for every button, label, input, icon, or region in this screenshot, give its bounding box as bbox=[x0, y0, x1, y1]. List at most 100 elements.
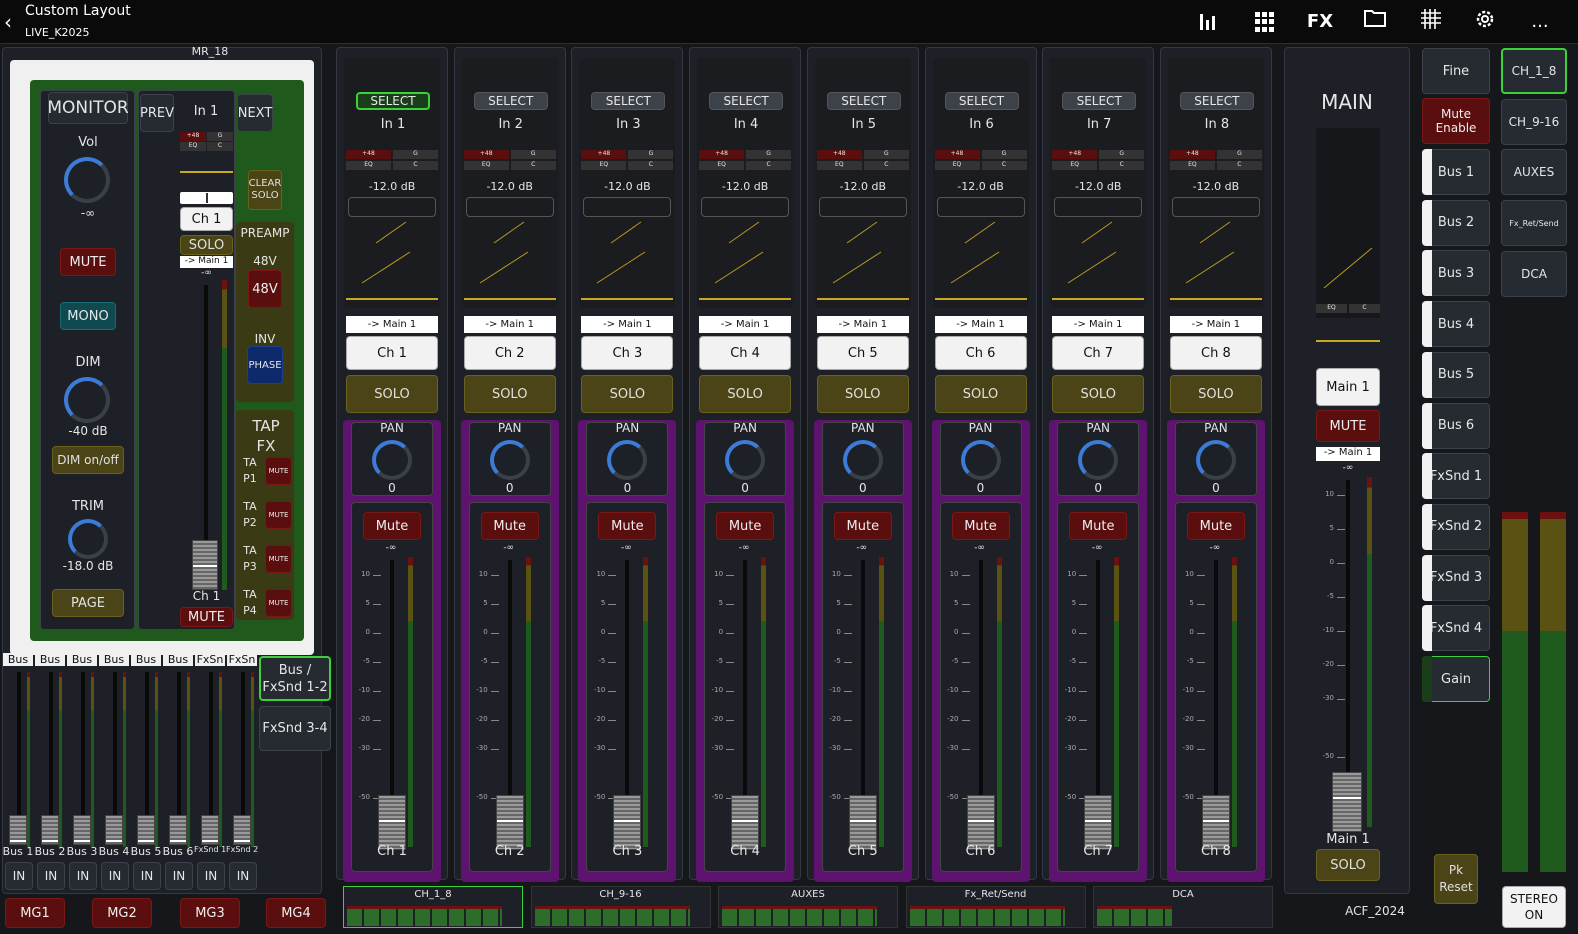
mute-group-button[interactable]: MG3 bbox=[180, 898, 240, 928]
mini-fader-cap[interactable] bbox=[73, 815, 91, 845]
gain-slider[interactable] bbox=[348, 197, 436, 217]
channel-name-button[interactable]: Ch 5 bbox=[816, 336, 909, 370]
mini-fader-cap[interactable] bbox=[201, 815, 219, 845]
mute-button[interactable]: Mute bbox=[1069, 512, 1128, 540]
gear-icon[interactable] bbox=[1470, 8, 1500, 36]
layer-button[interactable]: CH_9-16 bbox=[1501, 98, 1567, 145]
gain-slider[interactable] bbox=[1054, 197, 1143, 217]
main-name-button[interactable]: Main 1 bbox=[1316, 368, 1380, 406]
pk-reset-button[interactable]: Pk Reset bbox=[1434, 854, 1478, 904]
dim-toggle-button[interactable]: DIM on/off bbox=[52, 446, 124, 474]
nav-pan-slider[interactable] bbox=[180, 192, 233, 204]
main-solo-button[interactable]: SOLO bbox=[1316, 849, 1380, 881]
mute-group-button[interactable]: MG1 bbox=[5, 898, 65, 928]
eq-curve[interactable] bbox=[464, 218, 556, 298]
channel-name-button[interactable]: Ch 8 bbox=[1169, 336, 1262, 370]
mute-group-button[interactable]: MG2 bbox=[92, 898, 152, 928]
pan-knob[interactable] bbox=[1078, 440, 1119, 480]
gain-slider[interactable] bbox=[583, 197, 672, 217]
nav-channel-name[interactable]: Ch 1 bbox=[180, 207, 233, 231]
bus-select-button[interactable]: Bus 1 bbox=[1422, 149, 1490, 195]
select-button[interactable]: SELECT bbox=[1179, 92, 1254, 110]
vol-knob[interactable] bbox=[64, 157, 110, 203]
page-button[interactable]: PAGE bbox=[52, 589, 124, 617]
mini-in-button[interactable]: IN bbox=[165, 862, 193, 890]
folder-icon[interactable] bbox=[1360, 8, 1390, 36]
mute-button[interactable]: Mute bbox=[833, 512, 892, 540]
channel-name-button[interactable]: Ch 6 bbox=[934, 336, 1027, 370]
fxsnd-3-4-button[interactable]: FxSnd 3-4 bbox=[259, 706, 331, 751]
more-icon[interactable]: ... bbox=[1525, 8, 1555, 36]
bus-select-button[interactable]: FxSnd 3 bbox=[1422, 554, 1490, 601]
mini-fader-cap[interactable] bbox=[233, 815, 251, 845]
mute-button[interactable]: Mute bbox=[951, 512, 1010, 540]
solo-button[interactable]: SOLO bbox=[816, 375, 909, 413]
mini-in-button[interactable]: IN bbox=[101, 862, 129, 890]
mini-fader-cap[interactable] bbox=[137, 815, 155, 845]
tap-mute-button[interactable]: MUTE bbox=[265, 501, 292, 529]
mini-fader-cap[interactable] bbox=[41, 815, 59, 845]
mute-button[interactable]: Mute bbox=[716, 512, 775, 540]
phantom-48v-button[interactable]: 48V bbox=[248, 270, 282, 308]
fader-cap[interactable] bbox=[495, 795, 524, 850]
main-mute-button[interactable]: MUTE bbox=[1316, 410, 1380, 442]
select-button[interactable]: SELECT bbox=[356, 92, 430, 110]
solo-button[interactable]: SOLO bbox=[346, 375, 438, 413]
fader-cap[interactable] bbox=[378, 795, 406, 850]
channel-name-button[interactable]: Ch 4 bbox=[699, 336, 792, 370]
solo-button[interactable]: SOLO bbox=[463, 375, 556, 413]
bus-select-button[interactable]: Bus 6 bbox=[1422, 402, 1490, 449]
mini-in-button[interactable]: IN bbox=[5, 862, 33, 890]
pan-knob[interactable] bbox=[842, 440, 883, 480]
solo-button[interactable]: SOLO bbox=[1052, 375, 1145, 413]
pan-knob[interactable] bbox=[725, 440, 766, 480]
mute-enable-button[interactable]: Mute Enable bbox=[1422, 98, 1490, 144]
eq-curve[interactable] bbox=[581, 218, 673, 298]
fader-cap[interactable] bbox=[1201, 795, 1230, 850]
eq-curve[interactable] bbox=[1052, 218, 1144, 298]
grid-icon[interactable] bbox=[1255, 12, 1275, 32]
bus-select-button[interactable]: Bus 2 bbox=[1422, 199, 1490, 246]
back-chevron-icon[interactable]: ‹ bbox=[4, 10, 12, 34]
gain-slider[interactable] bbox=[1171, 197, 1260, 217]
tap-mute-button[interactable]: MUTE bbox=[265, 589, 292, 617]
select-button[interactable]: SELECT bbox=[944, 92, 1019, 110]
mini-in-button[interactable]: IN bbox=[69, 862, 97, 890]
eq-curve[interactable] bbox=[699, 218, 791, 298]
routing-grid-icon[interactable] bbox=[1416, 8, 1446, 36]
mini-in-button[interactable]: IN bbox=[37, 862, 65, 890]
trim-knob[interactable] bbox=[68, 519, 108, 559]
select-button[interactable]: SELECT bbox=[1062, 92, 1137, 110]
meters-icon[interactable] bbox=[1200, 14, 1218, 30]
mini-in-button[interactable]: IN bbox=[197, 862, 225, 890]
layer-button[interactable]: AUXES bbox=[1501, 149, 1567, 196]
eq-curve[interactable] bbox=[817, 218, 909, 298]
gain-slider[interactable] bbox=[936, 197, 1025, 217]
mini-fader-cap[interactable] bbox=[105, 815, 123, 845]
pan-knob[interactable] bbox=[960, 440, 1001, 480]
channel-name-button[interactable]: Ch 7 bbox=[1052, 336, 1145, 370]
pan-knob[interactable] bbox=[1195, 440, 1236, 480]
bus-fxsnd-1-2-button[interactable]: Bus / FxSnd 1-2 bbox=[259, 656, 331, 701]
solo-button[interactable]: SOLO bbox=[699, 375, 792, 413]
mini-in-button[interactable]: IN bbox=[229, 862, 257, 890]
mini-fader-cap[interactable] bbox=[169, 815, 187, 845]
tap-mute-button[interactable]: MUTE bbox=[265, 545, 292, 573]
select-button[interactable]: SELECT bbox=[591, 92, 666, 110]
bus-select-button[interactable]: FxSnd 2 bbox=[1422, 503, 1490, 550]
layer-button[interactable]: Fx_Ret/Send bbox=[1501, 200, 1567, 247]
channel-name-button[interactable]: Ch 3 bbox=[581, 336, 674, 370]
bus-select-button[interactable]: FxSnd 4 bbox=[1422, 605, 1490, 652]
bus-select-button[interactable]: Gain bbox=[1422, 656, 1490, 702]
select-button[interactable]: SELECT bbox=[709, 92, 784, 110]
solo-button[interactable]: SOLO bbox=[1169, 375, 1262, 413]
bus-select-button[interactable]: Bus 4 bbox=[1422, 301, 1490, 348]
fader-cap[interactable] bbox=[1084, 795, 1113, 850]
next-button[interactable]: NEXT bbox=[237, 94, 273, 132]
monitor-mute-button[interactable]: MUTE bbox=[60, 248, 116, 276]
mono-button[interactable]: MONO bbox=[60, 302, 116, 330]
fine-button[interactable]: Fine bbox=[1422, 48, 1490, 94]
main-fader-cap[interactable] bbox=[1332, 772, 1362, 832]
eq-curve[interactable] bbox=[1170, 218, 1262, 298]
nav-fader-cap[interactable] bbox=[192, 540, 218, 590]
